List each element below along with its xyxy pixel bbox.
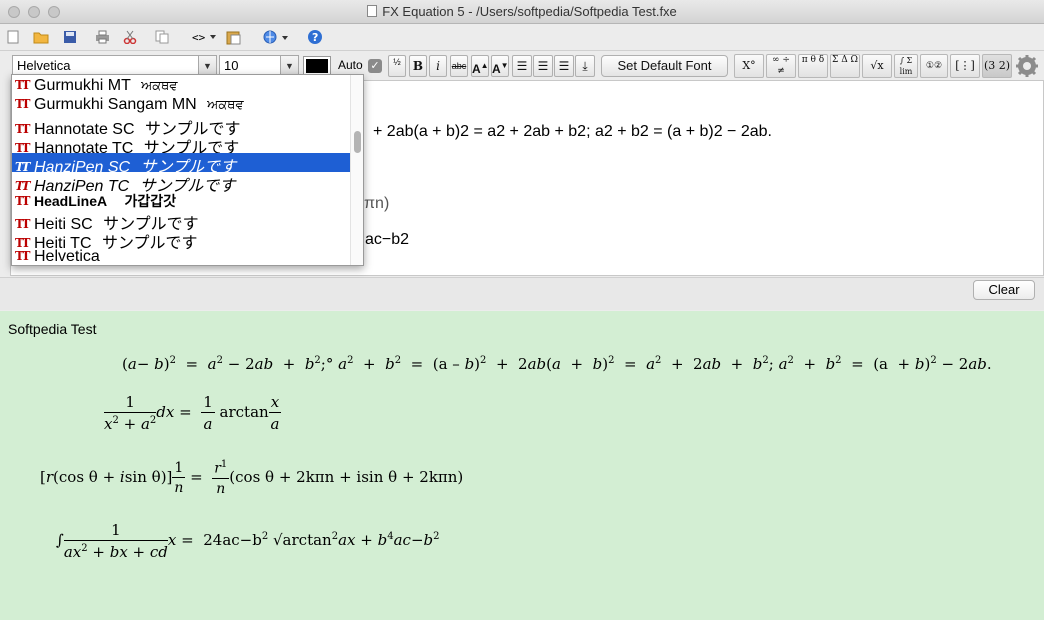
scrollbar-thumb[interactable] <box>354 131 361 153</box>
font-option-headlinea[interactable]: TT HeadLineA 가갑갑갓 <box>12 191 350 210</box>
equation-line-3: [r(cos θ + isin θ)] 1 n = r1 n (cos θ + 2kπn… <box>40 459 464 497</box>
font-family-value: Helvetica <box>17 58 71 73</box>
svg-text:<>: <> <box>192 31 206 44</box>
font-option-heiti-tc[interactable]: TT Heiti TC サンプルです <box>12 229 350 252</box>
increase-font-button[interactable]: A▲ <box>471 55 489 77</box>
main-toolbar: <> ? <box>0 24 1044 51</box>
font-type-icon: TT <box>15 97 30 111</box>
window-title: FX Equation 5 - /Users/softpedia/Softped… <box>0 4 1044 19</box>
help-button[interactable]: ? <box>306 28 324 46</box>
link-button[interactable] <box>262 28 290 46</box>
strikethrough-button[interactable]: abc <box>450 55 468 77</box>
italic-button[interactable]: i <box>429 55 447 77</box>
font-type-icon: TT <box>15 194 30 208</box>
capital-greek-button[interactable]: Σ Δ Ω <box>830 54 860 78</box>
equation-line-1: (a− b)2 = a2 − 2ab + b2;° a2 + b2 = (a –… <box>122 355 992 373</box>
align-right-icon: ☰ <box>558 59 570 73</box>
align-center-icon: ☰ <box>537 59 549 73</box>
font-option-hannotate-tc[interactable]: TT Hannotate TC サンプルです <box>12 134 350 157</box>
font-option-hanzipen-tc[interactable]: TT HanziPen TC サンプルです <box>12 172 350 195</box>
integrals-button[interactable]: ∫ Σ lim <box>894 54 918 78</box>
help-icon: ? <box>308 30 322 44</box>
settings-button[interactable] <box>1014 54 1040 78</box>
set-default-font-button[interactable]: Set Default Font <box>601 55 728 77</box>
matrix-button[interactable]: [⋮] <box>950 54 980 78</box>
font-shrink-icon: A▼ <box>492 61 509 76</box>
globe-link-icon <box>263 30 288 44</box>
align-right-button[interactable]: ☰ <box>554 55 574 77</box>
chevron-down-icon: ▼ <box>198 56 216 76</box>
align-left-icon: ☰ <box>516 59 528 73</box>
align-bottom-button[interactable]: ⤓ <box>575 55 595 77</box>
font-option-helvetica[interactable]: TT Helvetica <box>12 248 350 265</box>
printer-icon <box>95 30 109 44</box>
font-size-value: 10 <box>224 58 239 73</box>
align-center-button[interactable]: ☰ <box>533 55 553 77</box>
decrease-font-button[interactable]: A▼ <box>491 55 509 77</box>
document-icon <box>367 5 378 17</box>
align-bottom-icon: ⤓ <box>582 59 588 73</box>
clear-button[interactable]: Clear <box>973 280 1035 300</box>
paste-button[interactable] <box>224 28 244 46</box>
equation-preview: Softpedia Test (a− b)2 = a2 − 2ab + b2;°… <box>0 311 1044 620</box>
circled-numbers-button[interactable]: ①② <box>920 54 948 78</box>
font-option-hanzipen-sc[interactable]: TT HanziPen SC サンプルです <box>12 153 350 176</box>
editor-text-line: + 2ab(a + b)2 = a2 + 2ab + b2; a2 + b2 =… <box>373 123 772 140</box>
align-left-button[interactable]: ☰ <box>512 55 532 77</box>
fraction-format-button[interactable]: ½ <box>388 55 406 77</box>
editor-text-line: ac−b2 <box>365 231 410 248</box>
font-option-gurmukhi-mt[interactable]: TT Gurmukhi MT ਅਕਥਵ <box>12 77 350 96</box>
scissors-icon <box>123 30 137 44</box>
preview-title: Softpedia Test <box>8 321 97 337</box>
title-bar: FX Equation 5 - /Users/softpedia/Softped… <box>0 0 1044 24</box>
radicals-button[interactable]: √x <box>862 54 892 78</box>
print-button[interactable] <box>94 28 110 46</box>
clipboard-icon <box>226 31 241 44</box>
cut-button[interactable] <box>122 28 138 46</box>
auto-checkbox[interactable]: ✓ <box>368 59 382 73</box>
font-type-icon: TT <box>15 249 30 263</box>
auto-color-label: Auto <box>338 58 363 72</box>
folder-icon <box>33 32 49 44</box>
floppy-icon <box>64 31 76 43</box>
bold-button[interactable]: B <box>409 55 427 77</box>
fraction-icon: ½ <box>393 57 401 67</box>
save-button[interactable] <box>62 28 78 46</box>
equation-line-4: ∫ 1 ax2 + bx + cd x = 24ac−b2 √arctan2ax + … <box>56 521 440 561</box>
copy-icon <box>155 30 169 44</box>
font-family-dropdown[interactable]: TT Gurmukhi MT ਅਕਥਵ TT Gurmukhi Sangam MN … <box>11 74 364 266</box>
superscript-symbols-button[interactable]: X° <box>734 54 764 78</box>
greek-letters-button[interactable]: π θ δ <box>798 54 828 78</box>
binomial-button[interactable]: (3 2) <box>982 54 1012 78</box>
font-grow-icon: A▲ <box>472 61 489 76</box>
font-option-heiti-sc[interactable]: TT Heiti SC サンプルです <box>12 210 350 233</box>
code-button[interactable]: <> <box>190 28 218 46</box>
equation-line-2: 1 x2 + a2 dx = 1a arctan x a <box>104 393 282 433</box>
copy-button[interactable] <box>154 28 170 46</box>
font-type-icon: TT <box>15 78 30 92</box>
code-brackets-icon: <> <box>192 31 216 44</box>
gear-icon <box>1016 55 1038 77</box>
operators-button[interactable]: ∞ ÷ ≠ <box>766 54 796 78</box>
open-button[interactable] <box>32 28 50 46</box>
chevron-down-icon: ▼ <box>280 56 298 76</box>
svg-text:?: ? <box>312 31 318 44</box>
font-option-hannotate-sc[interactable]: TT Hannotate SC サンプルです <box>12 115 350 138</box>
dropdown-scrollbar[interactable] <box>350 75 363 265</box>
font-option-gurmukhi-sangam[interactable]: TT Gurmukhi Sangam MN ਅਕਥਵ <box>12 96 350 115</box>
editor-footer <box>0 277 1044 310</box>
new-document-icon <box>7 30 19 44</box>
text-color-swatch[interactable] <box>303 56 331 76</box>
new-document-button[interactable] <box>6 28 20 46</box>
